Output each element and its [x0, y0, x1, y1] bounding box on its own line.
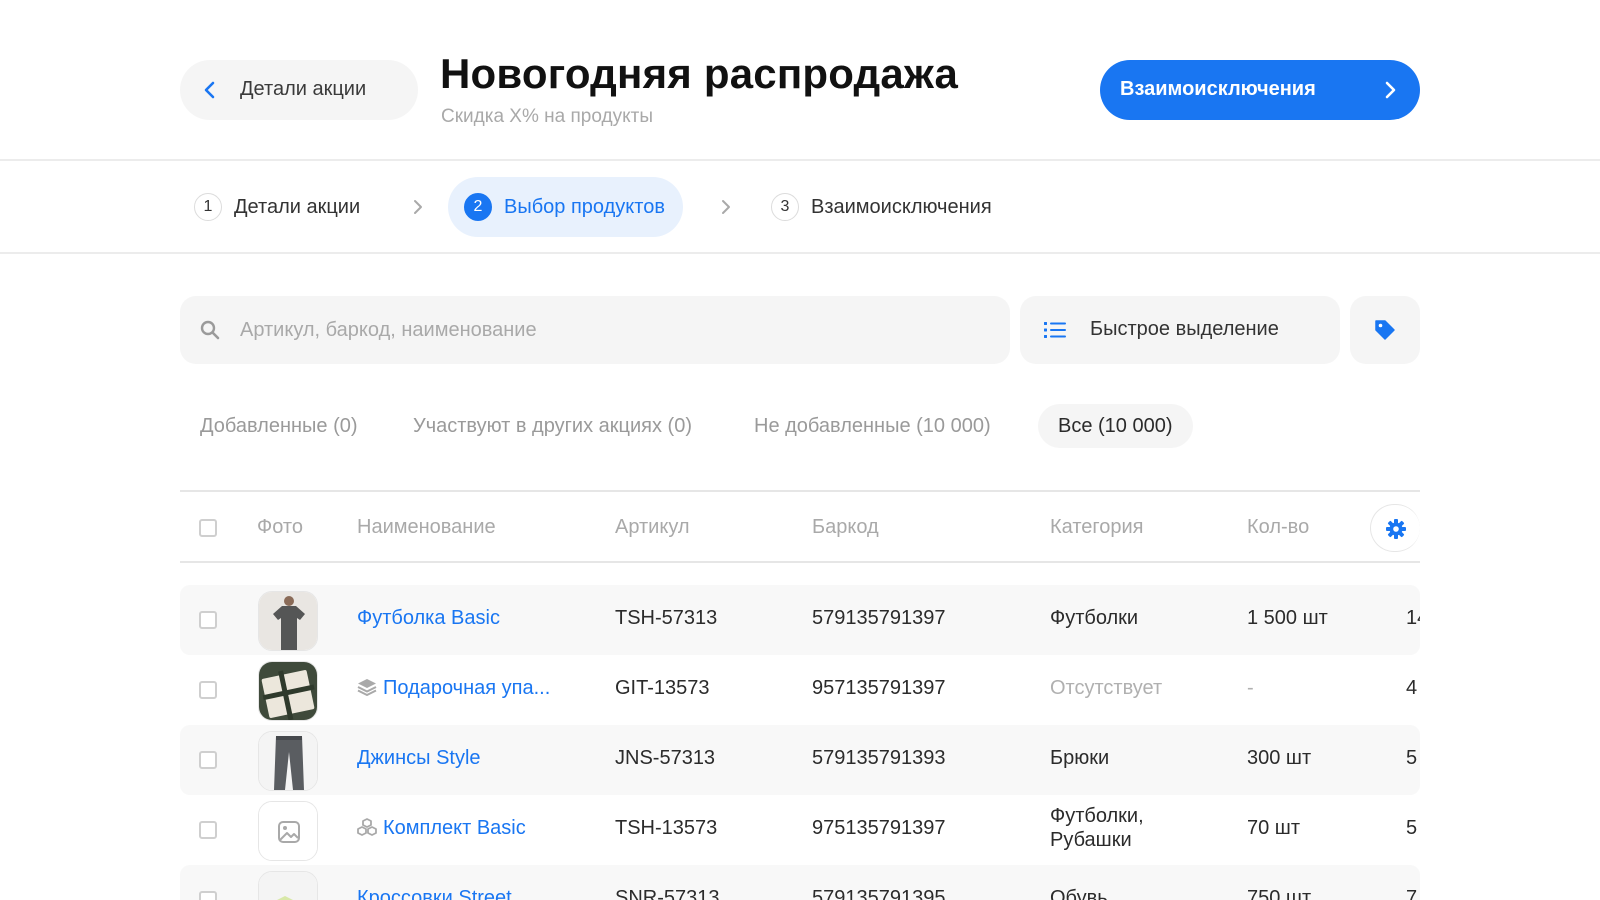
step-label: Выбор продуктов [504, 195, 665, 218]
tab-all[interactable]: Все (10 000) [1038, 404, 1193, 448]
product-sku: JNS-57313 [615, 747, 716, 769]
chevron-left-icon [204, 81, 215, 99]
product-name-link[interactable]: Кроссовки Street [357, 887, 512, 900]
product-name-text: Комплект Basic [383, 817, 526, 839]
step-number: 2 [464, 193, 492, 221]
chevron-right-icon [722, 200, 730, 214]
table-settings-button[interactable] [1370, 504, 1420, 552]
product-name-text: Подарочная упа... [383, 677, 551, 699]
product-qty: 750 шт [1247, 887, 1312, 900]
column-barcode[interactable]: Баркод [812, 516, 879, 539]
row-checkbox[interactable] [199, 681, 217, 699]
step-details[interactable]: 1 Детали акции [194, 177, 360, 237]
row-checkbox[interactable] [199, 611, 217, 629]
column-photo: Фото [257, 516, 303, 538]
product-qty: - [1247, 677, 1254, 699]
column-name[interactable]: Наименование [357, 516, 496, 539]
chevron-right-icon [1385, 81, 1396, 99]
select-all-checkbox[interactable] [199, 519, 217, 537]
column-qty[interactable]: Кол-во [1247, 516, 1309, 539]
back-button-label: Детали акции [240, 78, 367, 100]
tshirt-photo [259, 592, 317, 650]
product-category: Брюки [1050, 747, 1110, 769]
product-name-link[interactable]: Подарочная упа... [357, 677, 550, 700]
product-photo [258, 661, 318, 721]
step-exclusions[interactable]: 3 Взаимоисключения [771, 177, 992, 237]
exclusions-button-label: Взаимоисключения [1120, 78, 1316, 100]
exclusions-button[interactable]: Взаимоисключения [1100, 60, 1420, 120]
product-name-link[interactable]: Джинсы Style [357, 747, 481, 770]
page-subtitle: Скидка X% на продукты [441, 106, 653, 127]
table-row[interactable]: Подарочная упа... GIT-13573 957135791397… [180, 655, 1420, 725]
product-category-line1: Футболки, [1050, 805, 1144, 827]
product-category-line2: Рубашки [1050, 829, 1132, 851]
tag-icon [1375, 320, 1395, 340]
product-qty: 70 шт [1247, 817, 1301, 839]
product-extra: 4 [1406, 677, 1418, 699]
product-barcode: 975135791397 [812, 817, 946, 839]
chevron-right-icon [414, 200, 422, 214]
column-sku[interactable]: Артикул [615, 516, 690, 539]
table-row[interactable]: Комплект Basic TSH-13573 975135791397 Фу… [180, 795, 1420, 865]
list-icon [1044, 322, 1066, 338]
quick-select-button[interactable]: Быстрое выделение [1020, 296, 1340, 364]
gift-photo [259, 662, 317, 720]
product-category: Отсутствует [1050, 677, 1163, 699]
products-table: Фото Наименование Артикул Баркод Категор… [180, 490, 1420, 900]
search-box[interactable] [180, 296, 1010, 364]
product-name-link[interactable]: Футболка Basic [357, 607, 500, 630]
gear-icon [1386, 519, 1406, 539]
page-header: Детали акции Новогодняя распродажа Скидк… [0, 0, 1600, 161]
product-extra: 7 [1406, 887, 1418, 900]
product-sku: TSH-13573 [615, 817, 718, 839]
row-checkbox[interactable] [199, 891, 217, 900]
step-label: Детали акции [234, 195, 361, 218]
step-number: 1 [194, 193, 222, 221]
stepper: 1 Детали акции 2 Выбор продуктов 3 Взаим… [0, 161, 1600, 254]
product-qty: 1 500 шт [1247, 607, 1328, 629]
search-icon [200, 320, 220, 340]
table-row[interactable]: Джинсы Style JNS-57313 579135791393 Брюк… [180, 725, 1420, 795]
product-category: Обувь [1050, 887, 1108, 900]
product-barcode: 579135791395 [812, 887, 946, 900]
jeans-photo [259, 732, 317, 790]
product-barcode: 579135791393 [812, 747, 946, 769]
product-sku: TSH-57313 [615, 607, 718, 629]
step-label: Взаимоисключения [811, 195, 992, 218]
bundle-icon [357, 818, 377, 836]
product-extra: 5 [1406, 747, 1418, 769]
quick-select-label: Быстрое выделение [1090, 318, 1279, 340]
product-photo [258, 591, 318, 651]
page-title: Новогодняя распродажа [440, 50, 959, 97]
sneakers-photo [259, 872, 317, 900]
tag-button[interactable] [1350, 296, 1420, 364]
product-barcode: 957135791397 [812, 677, 946, 699]
product-category: Футболки [1050, 607, 1139, 629]
table-header: Фото Наименование Артикул Баркод Категор… [180, 490, 1420, 563]
tab-added[interactable]: Добавленные (0) [180, 404, 378, 448]
product-qty: 300 шт [1247, 747, 1312, 769]
step-number: 3 [771, 193, 799, 221]
product-extra: 14 [1406, 607, 1420, 629]
column-category[interactable]: Категория [1050, 516, 1144, 539]
layers-icon [357, 679, 377, 696]
table-row[interactable]: Кроссовки Street SNR-57313 579135791395 … [180, 865, 1420, 900]
row-checkbox[interactable] [199, 821, 217, 839]
row-checkbox[interactable] [199, 751, 217, 769]
product-photo [258, 871, 318, 900]
tab-not-added[interactable]: Не добавленные (10 000) [734, 404, 1011, 448]
product-sku: GIT-13573 [615, 677, 710, 699]
search-input[interactable] [240, 296, 980, 364]
product-photo [258, 731, 318, 791]
image-placeholder-icon [259, 802, 317, 860]
product-extra: 5 [1406, 817, 1418, 839]
step-products[interactable]: 2 Выбор продуктов [448, 177, 683, 237]
product-sku: SNR-57313 [615, 887, 720, 900]
product-barcode: 579135791397 [812, 607, 946, 629]
product-photo [258, 801, 318, 861]
product-name-link[interactable]: Комплект Basic [357, 817, 526, 840]
back-button[interactable]: Детали акции [180, 60, 418, 120]
tab-other-promos[interactable]: Участвуют в других акциях (0) [393, 404, 712, 448]
table-row[interactable]: Футболка Basic TSH-57313 579135791397 Фу… [180, 585, 1420, 655]
